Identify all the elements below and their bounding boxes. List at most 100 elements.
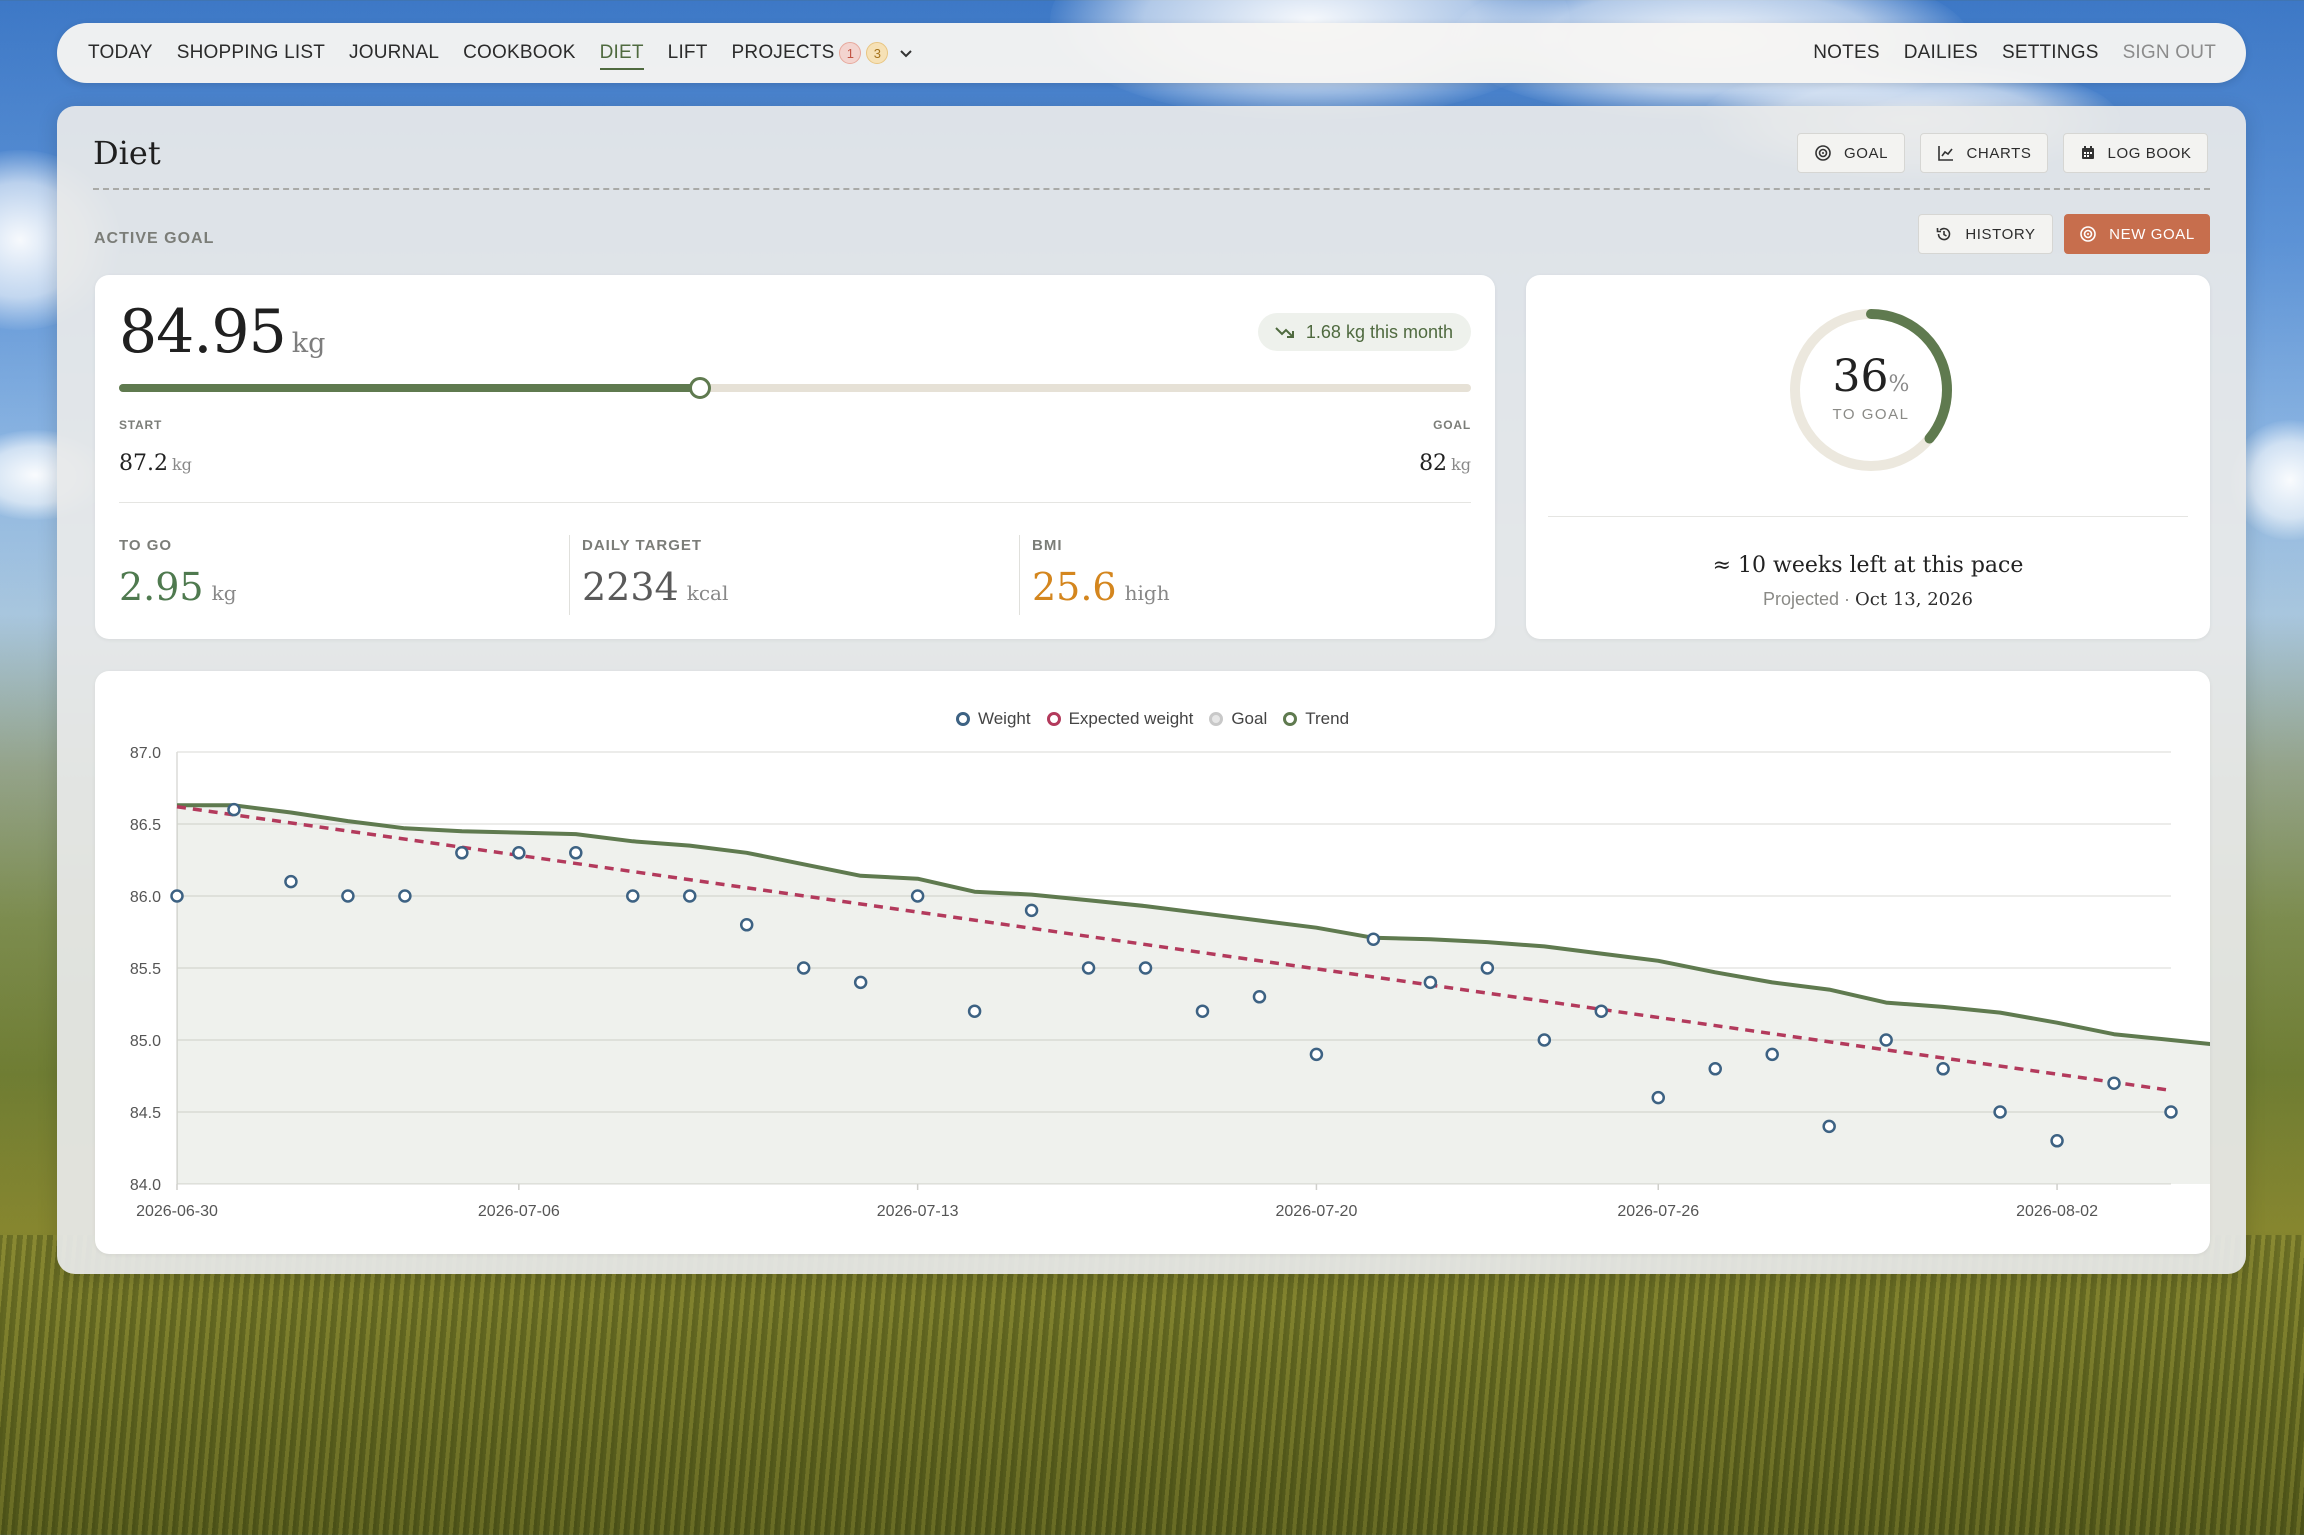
daily-target-value: 2234	[582, 565, 679, 609]
projection-line: Projected · Oct 13, 2026	[1526, 589, 2210, 610]
weight-summary-card: 84.95 kg 1.68 kg this month START GOAL 87…	[95, 275, 1495, 639]
weight-point	[739, 918, 754, 932]
projected-label: Projected ·	[1762, 589, 1851, 609]
progress-percent: 36%	[1786, 351, 1956, 402]
weight-point	[1594, 1004, 1609, 1018]
weight-point	[1138, 961, 1153, 975]
weight-point	[796, 961, 811, 975]
goal-progress-card: 36% TO GOAL ≈ 10 weeks left at this pace…	[1526, 275, 2210, 639]
x-tick-label: 2026-06-30	[136, 1203, 218, 1220]
weight-point	[1537, 1033, 1552, 1047]
weight-point	[1879, 1033, 1893, 1047]
nav-journal[interactable]: JOURNAL	[349, 42, 439, 64]
goal-button[interactable]: GOAL	[1797, 133, 1905, 173]
daily-target-label: DAILY TARGET	[582, 537, 703, 554]
weight-point	[1765, 1047, 1779, 1062]
nav-shopping-list[interactable]: SHOPPING LIST	[177, 42, 325, 64]
weight-point	[910, 889, 925, 903]
weight-point	[1366, 932, 1381, 946]
bmi-value: 25.6	[1032, 565, 1117, 609]
weight-point	[2164, 1105, 2178, 1119]
log-book-button[interactable]: LOG BOOK	[2063, 133, 2208, 173]
trend-area	[177, 805, 2210, 1184]
target-icon	[1815, 145, 1831, 161]
trending-down-icon	[1275, 327, 1294, 338]
progress-percent-sign: %	[1888, 372, 1910, 397]
x-tick-label: 2026-08-02	[2016, 1203, 2098, 1220]
y-tick-label: 86.5	[130, 817, 161, 834]
weight-point	[1480, 961, 1495, 975]
nav-dailies[interactable]: DAILIES	[1904, 42, 1978, 64]
start-weight: 87.2 kg	[119, 451, 192, 476]
y-tick-label: 84.5	[130, 1105, 161, 1122]
nav-cookbook[interactable]: COOKBOOK	[463, 42, 575, 64]
goal-weight-value: 82	[1419, 451, 1448, 476]
goal-progress-knob	[689, 377, 712, 399]
goal-weight-unit: kg	[1451, 455, 1471, 474]
calendar-icon	[2081, 146, 2094, 159]
daily-target-unit: kcal	[686, 581, 729, 605]
pace-text: ≈ 10 weeks left at this pace	[1712, 553, 2024, 578]
weight-point	[1936, 1062, 1950, 1076]
projected-date: Oct 13, 2026	[1855, 589, 1973, 610]
x-tick-label: 2026-07-06	[478, 1203, 560, 1220]
nav-lift[interactable]: LIFT	[668, 42, 708, 64]
projects-badge-red: 1	[839, 42, 862, 64]
log-book-button-label: LOG BOOK	[2107, 144, 2192, 162]
diet-panel: Diet GOAL CHARTS LOG BOOK ACTIVE GOAL HI…	[57, 106, 2246, 1274]
weight-point	[1423, 975, 1438, 990]
weight-point	[284, 874, 298, 889]
goal-card-divider	[1548, 516, 2188, 517]
weight-point	[341, 889, 355, 903]
nav-settings[interactable]: SETTINGS	[2002, 42, 2099, 64]
weight-point	[853, 975, 868, 990]
x-tick-label: 2026-07-13	[877, 1203, 959, 1220]
nav-projects-label: PROJECTS	[731, 42, 835, 63]
top-navigation: TODAY SHOPPING LIST JOURNAL COOKBOOK DIE…	[57, 23, 2246, 83]
weight-point	[455, 846, 469, 860]
history-icon	[1937, 227, 1951, 241]
nav-notes[interactable]: NOTES	[1813, 42, 1879, 64]
goal-label: GOAL	[1433, 418, 1471, 432]
weight-point	[626, 889, 640, 903]
weight-point	[1024, 903, 1039, 918]
nav-sign-out[interactable]: SIGN OUT	[2123, 42, 2216, 64]
weight-point	[227, 802, 241, 817]
history-button[interactable]: HISTORY	[1918, 214, 2053, 254]
progress-subtitle: TO GOAL	[1832, 406, 1910, 423]
weight-chart-card: Weight Expected weight Goal Trend 84.0 84…	[95, 671, 2210, 1254]
y-tick-label: 85.0	[130, 1033, 161, 1050]
y-tick-label: 87.0	[130, 745, 161, 762]
weight-point	[569, 846, 583, 860]
goal-weight: 82 kg	[1419, 451, 1471, 476]
page-title: Diet	[93, 134, 161, 172]
weight-point	[1195, 1004, 1210, 1018]
current-weight: 84.95 kg	[119, 297, 325, 367]
y-tick-label: 85.5	[130, 961, 161, 978]
start-weight-value: 87.2	[119, 451, 168, 476]
bmi-stat: 25.6 high	[1032, 565, 1170, 609]
chevron-down-icon[interactable]	[898, 45, 914, 61]
monthly-trend-pill: 1.68 kg this month	[1257, 313, 1471, 351]
nav-projects[interactable]: PROJECTS 1 3	[732, 42, 915, 64]
stat-separator	[569, 535, 570, 615]
goal-button-label: GOAL	[1843, 144, 1889, 162]
x-tick-label: 2026-07-20	[1276, 1203, 1358, 1220]
goal-progress-ring: 36% TO GOAL	[1786, 305, 1956, 475]
progress-ring-text: 36% TO GOAL	[1786, 351, 1956, 423]
bmi-label: BMI	[1032, 537, 1063, 554]
current-weight-value: 84.95	[119, 297, 287, 367]
weight-point	[1651, 1090, 1666, 1105]
new-goal-button-label: NEW GOAL	[2109, 225, 2195, 243]
new-goal-button[interactable]: NEW GOAL	[2064, 214, 2210, 254]
charts-button[interactable]: CHARTS	[1920, 133, 2048, 173]
to-go-stat: 2.95 kg	[119, 565, 237, 609]
nav-diet[interactable]: DIET	[599, 42, 644, 70]
weight-point	[1309, 1047, 1324, 1062]
x-tick-label: 2026-07-26	[1617, 1203, 1699, 1220]
weight-point	[682, 889, 697, 903]
nav-today[interactable]: TODAY	[88, 42, 153, 64]
target-icon	[2080, 226, 2096, 242]
title-divider	[93, 188, 2210, 190]
progress-percent-value: 36	[1832, 351, 1889, 402]
